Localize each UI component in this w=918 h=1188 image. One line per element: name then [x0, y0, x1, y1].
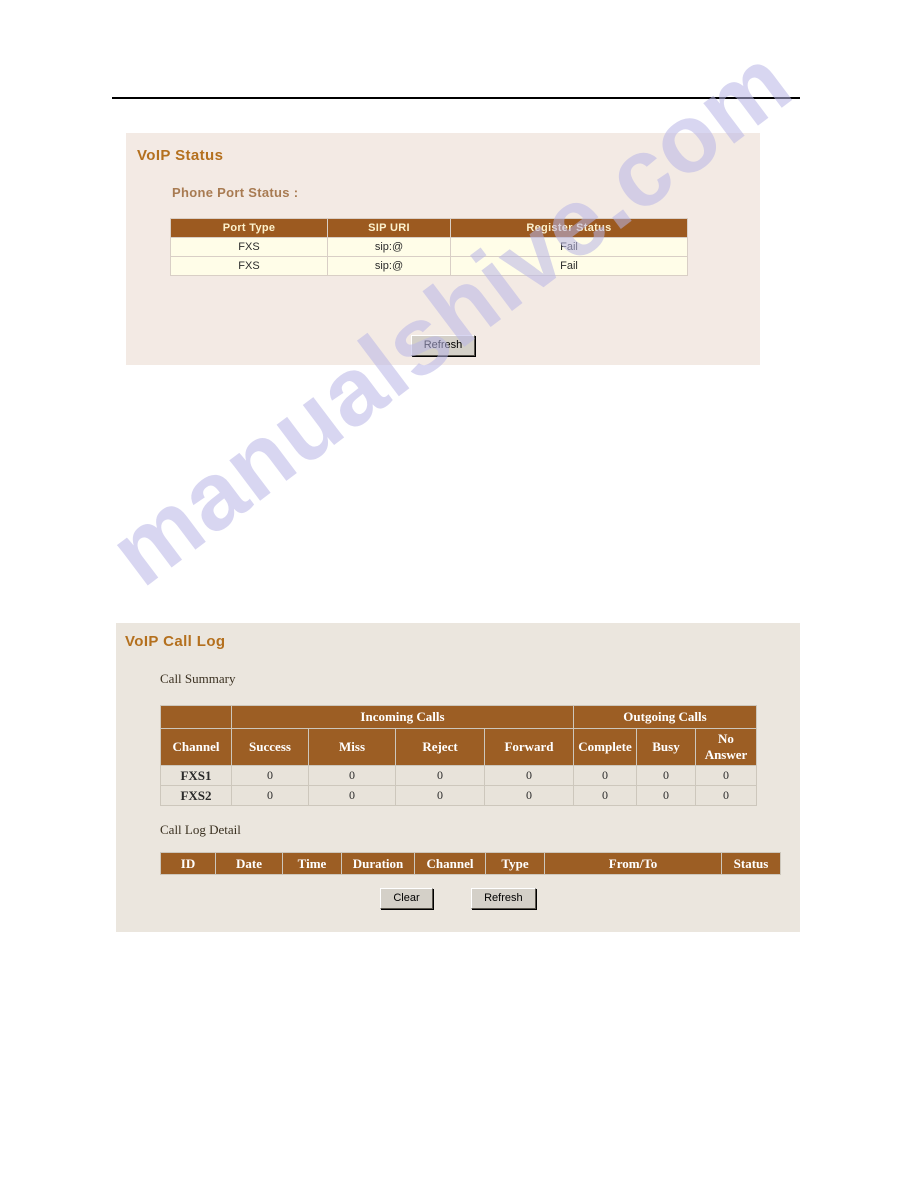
voip-call-log-panel: VoIP Call Log Call Summary Incoming Call… — [116, 623, 800, 932]
table-row: FXS1 0 0 0 0 0 0 0 — [161, 766, 756, 785]
call-log-detail-label: Call Log Detail — [160, 822, 241, 837]
column-header-sip-uri: SIP URI — [328, 219, 450, 237]
cell-miss: 0 — [309, 786, 395, 805]
cell-channel: FXS2 — [161, 786, 231, 805]
group-header-incoming-calls: Incoming Calls — [232, 706, 573, 728]
cell-complete: 0 — [574, 766, 636, 785]
table-group-header-row: Incoming Calls Outgoing Calls — [161, 706, 756, 728]
page-header-rule — [112, 97, 800, 99]
refresh-button[interactable]: Refresh — [471, 888, 536, 909]
cell-success: 0 — [232, 786, 308, 805]
cell-miss: 0 — [309, 766, 395, 785]
column-header-register-status: Register Status — [451, 219, 687, 237]
cell-complete: 0 — [574, 786, 636, 805]
cell-channel: FXS1 — [161, 766, 231, 785]
phone-port-status-table: Port Type SIP URI Register Status FXS si… — [170, 218, 688, 276]
table-header-row: ID Date Time Duration Channel Type From/… — [161, 853, 780, 874]
cell-port-type: FXS — [171, 238, 327, 256]
cell-sip-uri: sip:@ — [328, 257, 450, 275]
no-answer-line-2: Answer — [704, 747, 748, 762]
voip-call-log-button-row: Clear Refresh — [116, 888, 800, 909]
column-header-forward: Forward — [485, 729, 573, 765]
cell-success: 0 — [232, 766, 308, 785]
column-header-port-type: Port Type — [171, 219, 327, 237]
column-header-complete: Complete — [574, 729, 636, 765]
cell-reject: 0 — [396, 786, 484, 805]
column-header-channel: Channel — [161, 729, 231, 765]
call-log-detail-table: ID Date Time Duration Channel Type From/… — [160, 852, 781, 875]
cell-busy: 0 — [637, 766, 695, 785]
table-header-row: Port Type SIP URI Register Status — [171, 219, 687, 237]
column-header-success: Success — [232, 729, 308, 765]
column-header-date: Date — [216, 853, 282, 874]
cell-port-type: FXS — [171, 257, 327, 275]
voip-status-panel: VoIP Status Phone Port Status : Port Typ… — [126, 133, 760, 365]
cell-register-status: Fail — [451, 238, 687, 256]
column-header-no-answer: No Answer — [696, 729, 756, 765]
group-header-outgoing-calls: Outgoing Calls — [574, 706, 756, 728]
column-header-miss: Miss — [309, 729, 395, 765]
cell-reject: 0 — [396, 766, 484, 785]
column-header-type: Type — [486, 853, 544, 874]
column-header-busy: Busy — [637, 729, 695, 765]
voip-call-log-title: VoIP Call Log — [125, 633, 226, 650]
column-header-duration: Duration — [342, 853, 414, 874]
cell-forward: 0 — [485, 766, 573, 785]
table-row: FXS2 0 0 0 0 0 0 0 — [161, 786, 756, 805]
refresh-button[interactable]: Refresh — [410, 335, 476, 356]
table-header-row: Channel Success Miss Reject Forward Comp… — [161, 729, 756, 765]
no-answer-line-1: No — [718, 731, 734, 746]
table-row: FXS sip:@ Fail — [171, 257, 687, 275]
cell-busy: 0 — [637, 786, 695, 805]
column-header-id: ID — [161, 853, 215, 874]
column-header-time: Time — [283, 853, 341, 874]
cell-no-answer: 0 — [696, 786, 756, 805]
table-row: FXS sip:@ Fail — [171, 238, 687, 256]
cell-sip-uri: sip:@ — [328, 238, 450, 256]
column-header-from-to: From/To — [545, 853, 721, 874]
group-header-blank — [161, 706, 231, 728]
voip-status-title: VoIP Status — [137, 147, 224, 164]
column-header-status: Status — [722, 853, 780, 874]
phone-port-status-label: Phone Port Status : — [172, 185, 299, 200]
voip-status-button-row: Refresh — [126, 335, 760, 356]
cell-no-answer: 0 — [696, 766, 756, 785]
clear-button[interactable]: Clear — [380, 888, 433, 909]
column-header-channel: Channel — [415, 853, 485, 874]
call-summary-table: Incoming Calls Outgoing Calls Channel Su… — [160, 705, 757, 806]
cell-register-status: Fail — [451, 257, 687, 275]
column-header-reject: Reject — [396, 729, 484, 765]
call-summary-label: Call Summary — [160, 671, 236, 686]
cell-forward: 0 — [485, 786, 573, 805]
